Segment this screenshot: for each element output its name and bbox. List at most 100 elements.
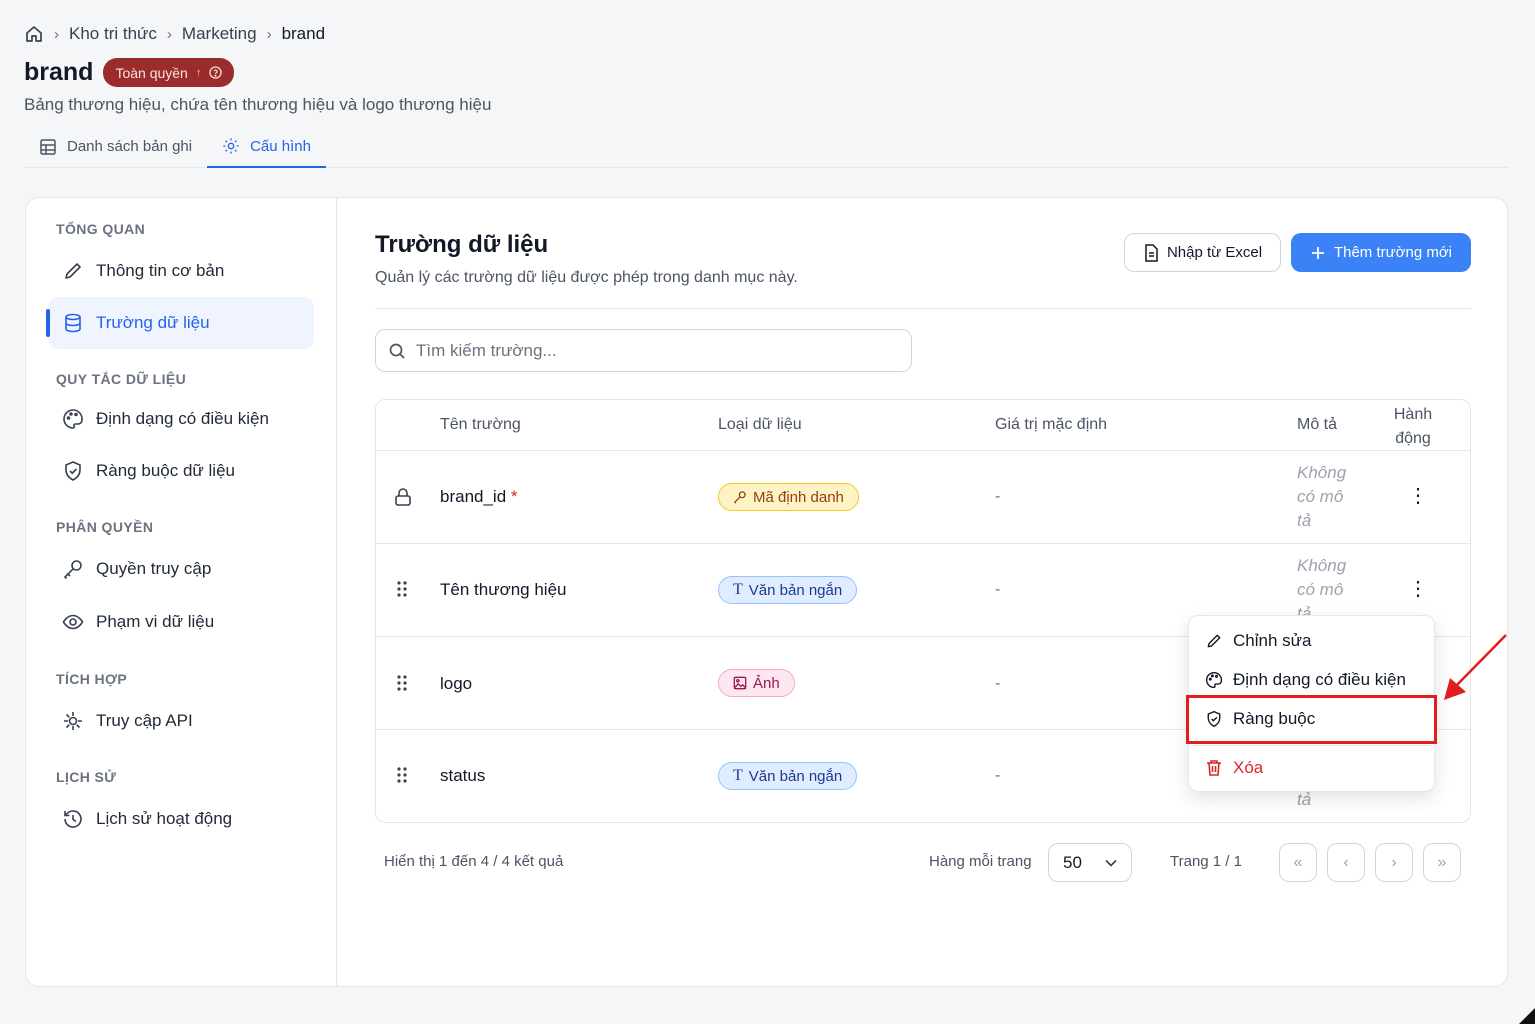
tab-records[interactable]: Danh sách bản ghi bbox=[24, 126, 207, 167]
breadcrumb-item[interactable]: Marketing bbox=[182, 24, 257, 44]
import-excel-label: Nhập từ Excel bbox=[1166, 244, 1263, 261]
sidebar-item-api[interactable]: Truy cập API bbox=[48, 695, 314, 747]
search-input[interactable] bbox=[416, 340, 896, 361]
field-name-text: brand_id bbox=[440, 487, 507, 506]
type-chip-label: Mã định danh bbox=[753, 488, 844, 506]
sidebar-item-history[interactable]: Lịch sử hoạt động bbox=[48, 793, 314, 845]
trash-icon bbox=[1205, 759, 1223, 777]
chevron-right-icon: › bbox=[1391, 853, 1397, 871]
next-page-button[interactable]: › bbox=[1375, 843, 1413, 882]
history-icon bbox=[62, 808, 84, 830]
breadcrumb-item[interactable]: Kho tri thức bbox=[69, 24, 157, 44]
database-icon bbox=[62, 312, 84, 334]
sidebar-section-title: TÍCH HỢP bbox=[56, 671, 128, 687]
field-name: logo bbox=[440, 674, 473, 693]
sidebar-item-label: Thông tin cơ bản bbox=[96, 261, 225, 280]
divider bbox=[375, 308, 1471, 309]
default-value: - bbox=[995, 581, 1001, 598]
drag-handle-icon[interactable] bbox=[396, 674, 408, 692]
column-header-name[interactable]: Tên trường bbox=[440, 416, 521, 434]
column-header-description[interactable]: Mô tả bbox=[1297, 416, 1337, 434]
sidebar-item-label: Phạm vi dữ liệu bbox=[96, 612, 215, 631]
add-field-label: Thêm trường mới bbox=[1333, 244, 1453, 261]
field-search[interactable] bbox=[375, 329, 912, 372]
file-icon bbox=[1143, 243, 1159, 262]
sidebar-item-basic-info[interactable]: Thông tin cơ bản bbox=[48, 245, 314, 297]
sidebar-item-constraints[interactable]: Ràng buộc dữ liệu bbox=[48, 445, 314, 497]
sidebar-section-title: LỊCH SỬ bbox=[56, 769, 117, 785]
annotation-arrow-icon bbox=[1444, 634, 1507, 700]
field-description: Không có mô tả bbox=[1297, 556, 1347, 616]
required-marker: * bbox=[510, 487, 518, 506]
chevrons-right-icon: » bbox=[1437, 853, 1447, 871]
config-sidebar: TỔNG QUAN Thông tin cơ bản Trường dữ liệ… bbox=[26, 198, 337, 986]
sidebar-item-fields[interactable]: Trường dữ liệu bbox=[46, 297, 314, 349]
last-page-button[interactable]: » bbox=[1423, 843, 1461, 882]
access-badge-label: Toàn quyền bbox=[115, 64, 188, 81]
type-chip-label: Văn bản ngắn bbox=[748, 581, 843, 599]
column-header-default[interactable]: Giá trị mặc định bbox=[995, 416, 1107, 434]
add-field-button[interactable]: Thêm trường mới bbox=[1291, 233, 1471, 272]
default-value: - bbox=[995, 488, 1001, 505]
drag-handle-icon[interactable] bbox=[396, 766, 408, 784]
image-icon bbox=[733, 676, 747, 690]
page-indicator: Trang 1 / 1 bbox=[1170, 853, 1242, 870]
default-value: - bbox=[995, 767, 1001, 784]
chevron-right-icon: › bbox=[54, 25, 59, 43]
sidebar-item-data-scope[interactable]: Phạm vi dữ liệu bbox=[48, 596, 314, 648]
tab-bar: Danh sách bản ghi Cấu hình bbox=[24, 126, 1509, 168]
text-type-icon: T bbox=[733, 767, 743, 784]
menu-item-delete[interactable]: Xóa bbox=[1189, 750, 1434, 786]
access-badge[interactable]: Toàn quyền ↑ bbox=[103, 58, 235, 87]
menu-item-edit[interactable]: Chỉnh sửa bbox=[1189, 623, 1434, 659]
sidebar-section-title: PHÂN QUYỀN bbox=[56, 519, 154, 535]
help-icon bbox=[209, 66, 223, 79]
pencil-icon bbox=[1205, 632, 1223, 650]
field-description: Không có mô tả bbox=[1297, 463, 1347, 530]
column-header-type[interactable]: Loại dữ liệu bbox=[718, 416, 802, 434]
chevron-right-icon: › bbox=[266, 25, 272, 43]
table-row: brand_id * Mã định danh - Không có mô tả… bbox=[376, 451, 1470, 544]
column-header-actions: Hành động bbox=[1393, 406, 1433, 447]
sidebar-item-label: Trường dữ liệu bbox=[96, 313, 210, 332]
row-menu-button[interactable]: ⋮ bbox=[1408, 483, 1428, 508]
sidebar-section-title: TỔNG QUAN bbox=[56, 221, 146, 237]
home-icon[interactable] bbox=[24, 24, 44, 44]
import-excel-button[interactable]: Nhập từ Excel bbox=[1124, 233, 1281, 272]
menu-item-label: Định dạng có điều kiện bbox=[1233, 670, 1406, 689]
field-name: Tên thương hiệu bbox=[440, 580, 567, 599]
row-menu-button[interactable]: ⋮ bbox=[1408, 576, 1428, 601]
section-title: Trường dữ liệu bbox=[375, 231, 549, 258]
per-page-select[interactable]: 50 bbox=[1048, 843, 1132, 882]
highlight-box bbox=[1186, 695, 1437, 744]
sidebar-item-conditional-format[interactable]: Định dạng có điều kiện bbox=[48, 393, 314, 445]
per-page-value: 50 bbox=[1063, 852, 1082, 872]
drag-handle-icon[interactable] bbox=[396, 580, 408, 598]
type-chip-id: Mã định danh bbox=[718, 483, 859, 511]
plus-icon bbox=[1310, 245, 1326, 261]
type-chip-text: T Văn bản ngắn bbox=[718, 576, 858, 604]
per-page-label: Hàng mỗi trang bbox=[929, 853, 1032, 870]
page-title: brand bbox=[24, 58, 94, 86]
menu-item-label: Xóa bbox=[1233, 758, 1264, 777]
prev-page-button[interactable]: ‹ bbox=[1327, 843, 1365, 882]
first-page-button[interactable]: « bbox=[1279, 843, 1317, 882]
chevron-down-icon bbox=[1105, 859, 1117, 867]
results-summary: Hiển thị 1 đến 4 / 4 kết quả bbox=[384, 853, 564, 870]
page-subtitle: Bảng thương hiệu, chứa tên thương hiệu v… bbox=[24, 95, 492, 114]
key-icon bbox=[733, 490, 747, 504]
fields-main: Trường dữ liệu Quản lý các trường dữ liệ… bbox=[338, 198, 1507, 986]
menu-separator bbox=[1189, 745, 1434, 746]
type-chip-label: Ảnh bbox=[753, 674, 780, 692]
chevron-right-icon: › bbox=[166, 25, 172, 43]
palette-icon bbox=[1205, 671, 1223, 689]
tab-config[interactable]: Cấu hình bbox=[207, 126, 326, 168]
sidebar-item-access[interactable]: Quyền truy cập bbox=[48, 543, 314, 595]
tab-config-label: Cấu hình bbox=[250, 137, 311, 155]
sidebar-item-label: Lịch sử hoạt động bbox=[96, 809, 233, 828]
sidebar-item-label: Ràng buộc dữ liệu bbox=[96, 461, 235, 480]
chevrons-left-icon: « bbox=[1293, 853, 1303, 871]
menu-item-conditional-format[interactable]: Định dạng có điều kiện bbox=[1189, 662, 1434, 698]
sidebar-item-label: Truy cập API bbox=[96, 711, 193, 730]
type-chip-image: Ảnh bbox=[718, 669, 795, 697]
